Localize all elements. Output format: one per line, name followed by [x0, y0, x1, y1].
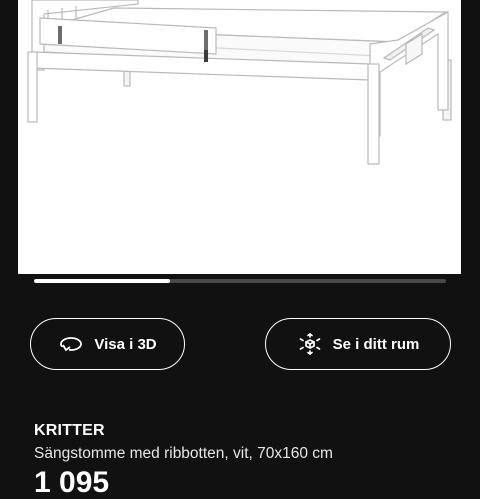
product-image[interactable]: [18, 0, 461, 274]
rotate-3d-icon: [58, 331, 84, 357]
image-carousel-indicator[interactable]: [34, 279, 446, 283]
product-name[interactable]: KRITTER: [34, 422, 105, 440]
see-in-room-button[interactable]: Se i ditt rum: [265, 318, 451, 370]
see-in-room-label: Se i ditt rum: [332, 335, 420, 353]
product-description: Sängstomme med ribbotten, vit, 70x160 cm: [34, 445, 333, 462]
carousel-progress: [34, 279, 170, 283]
ar-cube-icon: [297, 331, 323, 357]
view-in-3d-button[interactable]: Visa i 3D: [30, 318, 185, 370]
bed-illustration: [27, 0, 452, 165]
view-in-3d-label: Visa i 3D: [94, 335, 157, 353]
product-price: 1 095: [34, 466, 110, 499]
